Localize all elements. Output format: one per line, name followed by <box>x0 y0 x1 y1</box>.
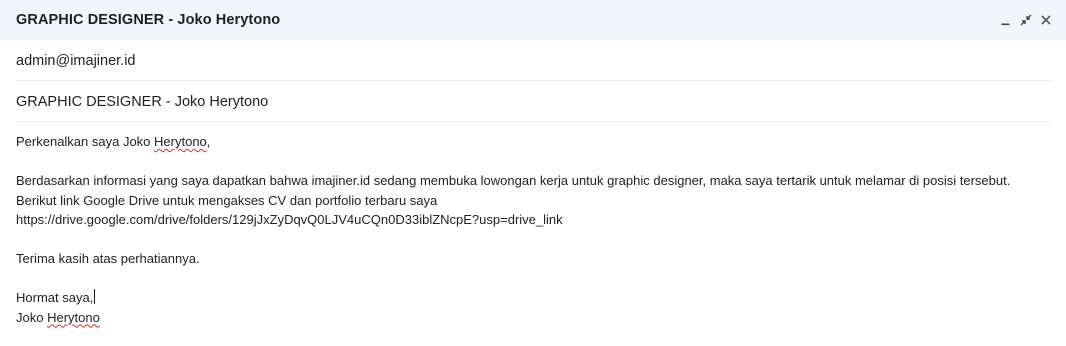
subject-field[interactable]: GRAPHIC DESIGNER - Joko Herytono <box>16 81 1050 122</box>
compose-title: GRAPHIC DESIGNER - Joko Herytono <box>16 12 281 28</box>
body-line-2: Berikut link Google Drive untuk mengakse… <box>16 192 438 208</box>
greeting-prefix: Perkenalkan saya Joko <box>16 134 155 149</box>
closing-text: Hormat saya, <box>16 290 94 305</box>
recipient-email: admin@imajiner.id <box>16 52 136 69</box>
signature-prefix: Joko <box>16 309 48 325</box>
message-body[interactable]: Perkenalkan saya Joko Herytono, Berdasar… <box>0 122 1066 327</box>
signature-line: Joko Herytono <box>16 308 1050 328</box>
misspelled-word: Herytono <box>154 134 207 149</box>
window-controls <box>996 0 1066 40</box>
compose-window: GRAPHIC DESIGNER - Joko Herytono admin@i… <box>0 0 1066 346</box>
minimize-icon[interactable] <box>996 10 1016 30</box>
greeting-suffix: , <box>206 134 211 149</box>
exit-fullscreen-icon[interactable] <box>1016 10 1036 30</box>
close-icon[interactable] <box>1036 10 1056 30</box>
thanks-line: Terima kasih atas perhatiannya. <box>16 251 200 266</box>
text-cursor <box>94 289 96 304</box>
greeting-line: Perkenalkan saya Joko Herytono, <box>16 132 1050 152</box>
compose-titlebar[interactable]: GRAPHIC DESIGNER - Joko Herytono <box>0 0 1066 40</box>
misspelled-word: Herytono <box>47 309 100 325</box>
closing-line: Hormat saya, <box>16 288 1050 308</box>
recipients-field[interactable]: admin@imajiner.id <box>16 40 1050 81</box>
body-line-1: Berdasarkan informasi yang saya dapatkan… <box>16 173 1011 188</box>
drive-link: https://drive.google.com/drive/folders/1… <box>16 212 563 227</box>
subject-text: GRAPHIC DESIGNER - Joko Herytono <box>16 93 269 110</box>
